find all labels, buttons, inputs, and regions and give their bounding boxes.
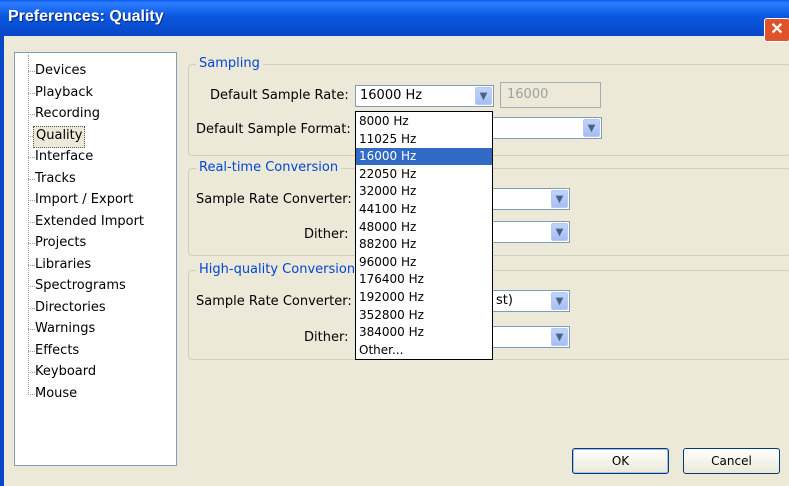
chevron-down-icon[interactable]: ▼ — [551, 328, 568, 346]
realtime-dither-label: Dither: — [304, 227, 349, 242]
chevron-down-icon[interactable]: ▼ — [551, 190, 568, 208]
preferences-tree[interactable]: Devices Playback Recording Quality Interface… — [14, 52, 177, 466]
realtime-converter-label: Sample Rate Converter: — [196, 192, 352, 207]
realtime-title: Real-time Conversion — [196, 160, 342, 175]
dropdown-option[interactable]: 192000 Hz — [356, 289, 492, 306]
dropdown-option[interactable]: 48000 Hz — [356, 219, 492, 236]
tree-connector — [28, 307, 35, 309]
tree-connector — [28, 286, 35, 287]
tree-item-recording[interactable]: Recording — [35, 104, 100, 124]
tree-connector — [28, 92, 35, 94]
tree-item-libraries[interactable]: Libraries — [35, 255, 91, 275]
tree-connector — [28, 221, 35, 223]
dropdown-option[interactable]: 11025 Hz — [356, 131, 492, 148]
tree-item-directories[interactable]: Directories — [35, 298, 106, 318]
tree-item-mouse[interactable]: Mouse — [35, 384, 77, 404]
sample-rate-dropdown-list[interactable]: 8000 Hz 11025 Hz 16000 Hz 22050 Hz 32000 Hz 4… — [355, 111, 493, 360]
dropdown-option[interactable]: 96000 Hz — [356, 254, 492, 271]
tree-connector — [28, 71, 35, 72]
highquality-converter-value: st) — [496, 293, 513, 308]
tree-connector — [28, 264, 35, 266]
tree-item-devices[interactable]: Devices — [35, 61, 86, 81]
tree-item-tracks[interactable]: Tracks — [35, 169, 76, 189]
tree-connector — [28, 200, 35, 201]
chevron-down-icon[interactable]: ▼ — [551, 223, 568, 241]
default-sample-format-label: Default Sample Format: — [196, 122, 351, 137]
default-sample-rate-select[interactable]: 16000 Hz ▼ — [355, 85, 494, 107]
dropdown-option[interactable]: 32000 Hz — [356, 183, 492, 200]
sample-rate-text: 16000 — [507, 87, 549, 102]
dropdown-option[interactable]: 8000 Hz — [356, 113, 492, 130]
chevron-down-icon[interactable]: ▼ — [583, 119, 600, 137]
sample-rate-textbox[interactable]: 16000 — [500, 82, 601, 108]
highquality-converter-label: Sample Rate Converter: — [196, 294, 352, 309]
tree-item-keyboard[interactable]: Keyboard — [35, 362, 96, 382]
tree-connector — [28, 55, 29, 395]
dropdown-option[interactable]: 352800 Hz — [356, 307, 492, 324]
highquality-dither-label: Dither: — [304, 330, 349, 345]
title-bar[interactable]: Preferences: Quality ✕ — [0, 0, 789, 42]
chevron-down-icon[interactable]: ▼ — [551, 292, 568, 310]
dropdown-option[interactable]: 16000 Hz — [356, 148, 492, 166]
dropdown-option[interactable]: 176400 Hz — [356, 271, 492, 288]
dropdown-option[interactable]: 44100 Hz — [356, 201, 492, 218]
tree-connector — [28, 114, 35, 115]
tree-item-interface[interactable]: Interface — [35, 147, 93, 167]
tree-item-warnings[interactable]: Warnings — [35, 319, 95, 339]
tree-item-quality[interactable]: Quality — [33, 125, 86, 148]
chevron-down-icon[interactable]: ▼ — [475, 87, 492, 105]
tree-item-spectrograms[interactable]: Spectrograms — [35, 276, 126, 296]
cancel-button[interactable]: Cancel — [683, 448, 780, 474]
tree-connector — [28, 372, 35, 373]
dropdown-option[interactable]: 22050 Hz — [356, 166, 492, 183]
dropdown-option[interactable]: Other... — [356, 342, 492, 359]
tree-connector — [28, 350, 35, 352]
tree-connector — [28, 157, 35, 158]
tree-item-import-export[interactable]: Import / Export — [35, 190, 133, 210]
window-frame — [0, 36, 4, 486]
tree-connector — [28, 243, 35, 244]
tree-item-extended-import[interactable]: Extended Import — [35, 212, 144, 232]
tree-item-projects[interactable]: Projects — [35, 233, 86, 253]
close-icon[interactable]: ✕ — [764, 18, 789, 42]
ok-button[interactable]: OK — [572, 448, 669, 474]
sampling-title: Sampling — [196, 56, 263, 71]
tree-item-playback[interactable]: Playback — [35, 83, 93, 103]
default-sample-rate-label: Default Sample Rate: — [210, 88, 349, 103]
dropdown-option[interactable]: 88200 Hz — [356, 236, 492, 253]
tree-connector — [28, 329, 35, 330]
dropdown-option[interactable]: 384000 Hz — [356, 324, 492, 341]
highquality-title: High-quality Conversion — [196, 262, 359, 277]
window-title: Preferences: Quality — [8, 8, 164, 25]
tree-connector — [28, 178, 35, 180]
default-sample-rate-value: 16000 Hz — [360, 88, 423, 103]
tree-item-effects[interactable]: Effects — [35, 341, 79, 361]
tree-connector — [28, 393, 35, 395]
